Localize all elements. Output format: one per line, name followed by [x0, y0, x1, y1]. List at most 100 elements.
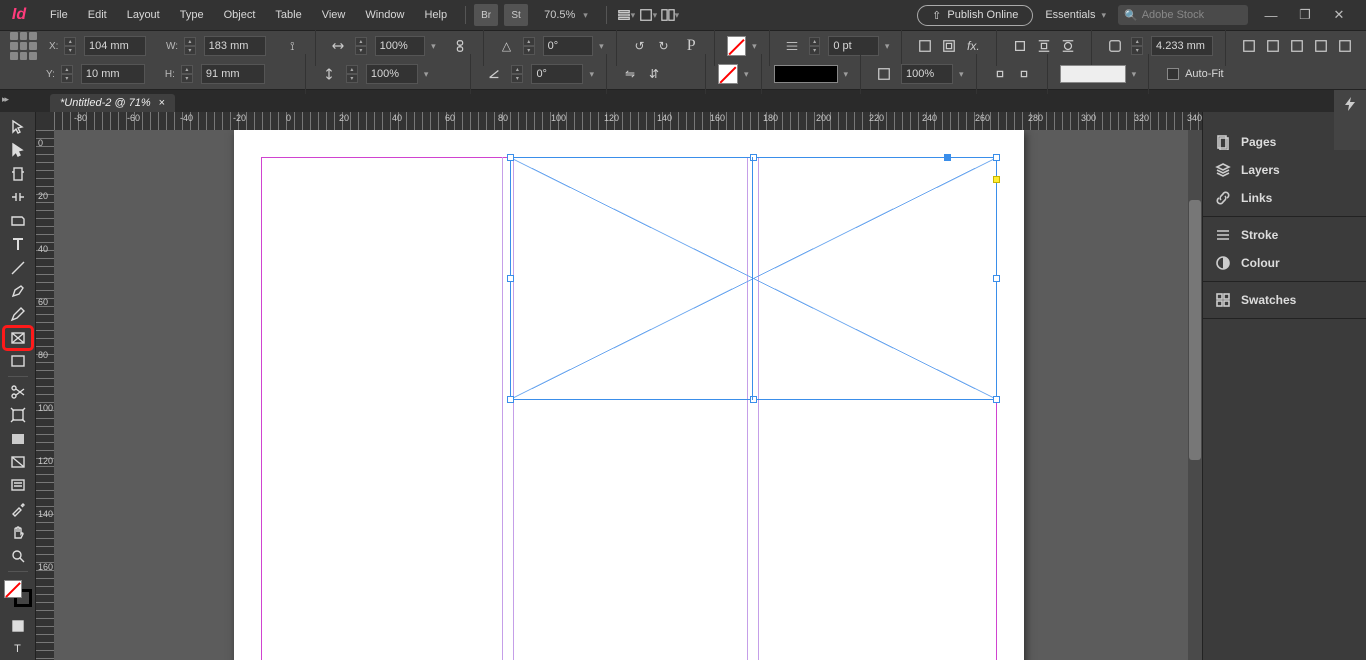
- panel-colour[interactable]: Colour: [1203, 249, 1366, 277]
- text-wrap-shape-icon[interactable]: [1057, 36, 1079, 56]
- panel-layers[interactable]: Layers: [1203, 156, 1366, 184]
- menu-help[interactable]: Help: [414, 5, 457, 25]
- apply-color-button[interactable]: [4, 615, 32, 636]
- x-field[interactable]: 104 mm: [84, 36, 146, 56]
- window-close-button[interactable]: ✕: [1328, 5, 1350, 25]
- top-center-handle[interactable]: [944, 154, 951, 161]
- stroke-weight-spinner[interactable]: ▴▾: [809, 37, 821, 55]
- gradient-feather-tool[interactable]: [4, 452, 32, 473]
- vertical-ruler[interactable]: 020406080100120140160: [36, 130, 54, 660]
- flip-horizontal-icon[interactable]: ⇋: [619, 64, 641, 84]
- screen-mode-dropdown[interactable]: ▾: [637, 5, 659, 25]
- eyedropper-tool[interactable]: [4, 498, 32, 519]
- scale-y-field[interactable]: 100%: [366, 64, 418, 84]
- fill-swatch[interactable]: [4, 580, 22, 598]
- rotate-ccw-icon[interactable]: ↺: [629, 36, 651, 56]
- horizontal-ruler[interactable]: -80-60-40-200204060801001201401601802002…: [54, 112, 1202, 130]
- hand-tool[interactable]: [4, 522, 32, 543]
- y-spinner[interactable]: ▴▾: [61, 65, 73, 83]
- zoom-tool[interactable]: [4, 545, 32, 566]
- selected-rectangle-frame[interactable]: [510, 157, 997, 400]
- pen-tool[interactable]: [4, 280, 32, 301]
- corner-spinner[interactable]: ▴▾: [1131, 37, 1143, 55]
- pencil-tool[interactable]: [4, 304, 32, 325]
- close-tab-icon[interactable]: ×: [159, 97, 165, 109]
- panel-links[interactable]: Links: [1203, 184, 1366, 212]
- select-content-icon[interactable]: [938, 36, 960, 56]
- page-tool[interactable]: [4, 163, 32, 184]
- publish-online-button[interactable]: ⇧ Publish Online: [917, 5, 1033, 26]
- select-container-icon[interactable]: [914, 36, 936, 56]
- menu-edit[interactable]: Edit: [78, 5, 117, 25]
- effects-icon[interactable]: fx.: [962, 36, 984, 56]
- document-tab[interactable]: *Untitled-2 @ 71% ×: [50, 94, 175, 112]
- text-wrap-bbox-icon[interactable]: [1033, 36, 1055, 56]
- w-spinner[interactable]: ▴▾: [184, 37, 196, 55]
- zoom-level-dropdown[interactable]: 70.5% ▾: [534, 9, 598, 21]
- fit-content-to-frame-icon[interactable]: [1262, 36, 1284, 56]
- shear-field[interactable]: 0°: [531, 64, 583, 84]
- fit-frame-to-content-icon[interactable]: [1238, 36, 1260, 56]
- free-transform-tool[interactable]: [4, 405, 32, 426]
- content-collector-tool[interactable]: [4, 210, 32, 231]
- stroke-swatch-none[interactable]: [718, 64, 738, 84]
- menu-type[interactable]: Type: [170, 5, 214, 25]
- menu-window[interactable]: Window: [355, 5, 414, 25]
- fill-swatch-none[interactable]: [727, 36, 746, 56]
- fill-frame-prop-icon[interactable]: [1310, 36, 1332, 56]
- rotate-field[interactable]: 0°: [543, 36, 593, 56]
- fit-content-prop-icon[interactable]: [1286, 36, 1308, 56]
- window-minimize-button[interactable]: —: [1260, 5, 1282, 25]
- w-field[interactable]: 183 mm: [204, 36, 266, 56]
- h-field[interactable]: 91 mm: [201, 64, 265, 84]
- flip-vertical-icon[interactable]: ⇵: [643, 64, 665, 84]
- scissors-tool[interactable]: [4, 381, 32, 402]
- text-wrap-none-icon[interactable]: [1009, 36, 1031, 56]
- shear-spinner[interactable]: ▴▾: [511, 65, 523, 83]
- window-restore-button[interactable]: ❐: [1294, 5, 1316, 25]
- auto-fit-checkbox[interactable]: [1167, 68, 1179, 80]
- gap-tool[interactable]: [4, 186, 32, 207]
- direct-selection-tool[interactable]: [4, 139, 32, 160]
- menu-view[interactable]: View: [312, 5, 356, 25]
- expand-toolbox-handle[interactable]: ▸▸: [2, 94, 7, 105]
- stroke-style-dropdown[interactable]: [774, 65, 838, 83]
- scale-y-spinner[interactable]: ▴▾: [346, 65, 358, 83]
- scale-x-field[interactable]: 100%: [375, 36, 425, 56]
- constrain-wh-icon[interactable]: ⟟: [282, 36, 303, 56]
- view-mode-toggle[interactable]: T: [4, 639, 32, 660]
- bridge-button[interactable]: Br: [474, 4, 498, 26]
- live-corner-handle[interactable]: [993, 176, 1000, 183]
- menu-object[interactable]: Object: [214, 5, 266, 25]
- corner-field[interactable]: 4.233 mm: [1151, 36, 1213, 56]
- constrain-scale-icon[interactable]: [450, 36, 471, 56]
- rectangle-tool[interactable]: [4, 351, 32, 372]
- frame-fitting-preview[interactable]: [1060, 65, 1126, 83]
- panel-swatches[interactable]: Swatches: [1203, 286, 1366, 314]
- h-spinner[interactable]: ▴▾: [181, 65, 193, 83]
- lightning-icon[interactable]: [1342, 96, 1358, 112]
- reference-point-widget[interactable]: [10, 32, 37, 60]
- opacity-field[interactable]: 100%: [901, 64, 953, 84]
- text-wrap-jump-next-icon[interactable]: [1013, 64, 1035, 84]
- x-spinner[interactable]: ▴▾: [64, 37, 76, 55]
- panel-stroke[interactable]: Stroke: [1203, 221, 1366, 249]
- center-content-icon[interactable]: [1334, 36, 1356, 56]
- arrange-documents-dropdown[interactable]: ▾: [659, 5, 681, 25]
- menu-layout[interactable]: Layout: [117, 5, 170, 25]
- vertical-scrollbar[interactable]: [1188, 130, 1202, 660]
- rotate-spinner[interactable]: ▴▾: [523, 37, 535, 55]
- note-tool[interactable]: [4, 475, 32, 496]
- stroke-weight-field[interactable]: 0 pt: [828, 36, 878, 56]
- scale-x-spinner[interactable]: ▴▾: [355, 37, 367, 55]
- menu-file[interactable]: File: [40, 5, 78, 25]
- gradient-swatch-tool[interactable]: [4, 428, 32, 449]
- stock-button[interactable]: St: [504, 4, 528, 26]
- y-field[interactable]: 10 mm: [81, 64, 145, 84]
- paragraph-style-icon[interactable]: P: [681, 36, 702, 56]
- selection-tool[interactable]: [4, 116, 32, 137]
- ruler-origin[interactable]: [36, 112, 54, 130]
- fill-stroke-swatch[interactable]: [4, 580, 32, 607]
- view-options-dropdown[interactable]: ▾: [615, 5, 637, 25]
- workspace-switcher[interactable]: Essentials ▾: [1045, 9, 1106, 21]
